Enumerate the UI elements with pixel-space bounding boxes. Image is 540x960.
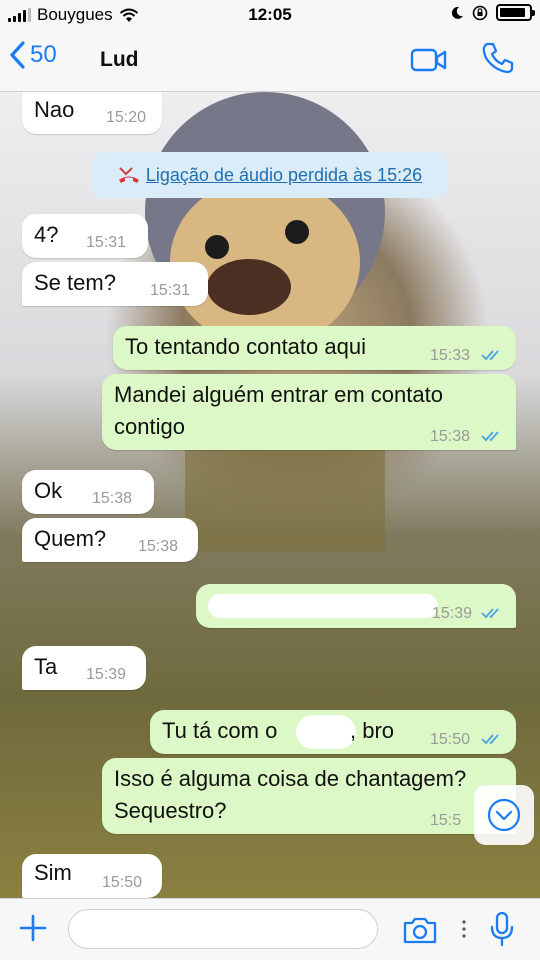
read-receipt-icon [481, 608, 499, 619]
plus-icon[interactable] [18, 913, 48, 943]
message-time: 15:31 [86, 234, 127, 251]
chevron-down-circle-icon [487, 798, 521, 832]
message-bubble-incoming[interactable]: 4? 15:31 [22, 214, 148, 258]
message-time: 15:39 [86, 666, 127, 683]
message-bubble-outgoing[interactable]: Tu tá com o , bro 15:50 [150, 710, 516, 754]
moon-icon [451, 6, 463, 19]
unread-count: 50 [30, 41, 57, 68]
message-time: 15:38 [92, 490, 133, 507]
read-receipt-icon [481, 350, 499, 361]
message-bubble-incoming[interactable]: Ok 15:38 [22, 470, 154, 514]
message-text: Quem? [34, 526, 107, 551]
message-text: Se tem? [34, 270, 116, 295]
message-text: Tu tá com o [162, 718, 278, 743]
chat-header: 50 Lud [0, 30, 540, 92]
contact-name[interactable]: Lud [100, 48, 138, 72]
message-bubble-incoming[interactable]: Sim 15:50 [22, 854, 162, 898]
message-bubble-incoming[interactable]: Ta 15:39 [22, 646, 146, 690]
message-text: To tentando contato aqui [125, 334, 366, 359]
redacted-name [296, 715, 356, 749]
camera-icon[interactable] [402, 915, 438, 945]
message-bubble-incoming[interactable]: Se tem? 15:31 [22, 262, 208, 306]
message-time: 15:20 [106, 109, 147, 126]
microphone-icon[interactable] [489, 911, 515, 947]
read-receipt-icon [481, 431, 499, 442]
message-text: Mandei alguém entrar em contato [114, 382, 443, 407]
status-bar: Bouygues 12:05 [0, 0, 540, 30]
message-input[interactable] [68, 909, 378, 949]
message-time: 15:50 [102, 874, 143, 891]
message-bubble-outgoing[interactable]: Isso é alguma coisa de chantagem? Seques… [102, 758, 516, 834]
message-bubble-outgoing[interactable]: 15:39 [196, 584, 516, 628]
status-indicators [450, 4, 535, 21]
chat-area[interactable]: Nao 15:20 Ligação de áudio perdida às 15… [0, 92, 540, 898]
message-text: Sequestro? [114, 798, 227, 823]
battery-icon [496, 4, 535, 21]
message-text: Nao [34, 97, 75, 122]
message-time: 15:38 [138, 538, 179, 555]
message-text: 4? [34, 222, 59, 247]
message-bubble-incoming[interactable]: Quem? 15:38 [22, 518, 198, 562]
redacted-text [208, 594, 438, 618]
missed-call-notice[interactable]: Ligação de áudio perdida às 15:26 [92, 152, 448, 198]
phone-icon[interactable] [480, 40, 516, 76]
message-text: Isso é alguma coisa de chantagem? [114, 766, 467, 791]
message-time: 15:5 [430, 812, 462, 829]
message-text: Ok [34, 478, 63, 503]
video-call-icon[interactable] [410, 44, 448, 76]
message-bubble-outgoing[interactable]: Mandei alguém entrar em contato contigo … [102, 374, 516, 450]
message-time: 15:39 [432, 605, 473, 622]
message-time: 15:33 [430, 347, 471, 364]
more-vertical-icon [462, 920, 466, 938]
message-text: contigo [114, 414, 185, 439]
message-text: , bro [350, 718, 395, 743]
back-button[interactable]: 50 [8, 40, 57, 70]
message-text: Ta [34, 654, 58, 679]
read-receipt-icon [481, 734, 499, 745]
message-text: Sim [34, 860, 72, 885]
rotation-lock-icon [472, 5, 488, 20]
message-bubble-incoming[interactable]: Nao 15:20 [22, 92, 162, 134]
scroll-to-bottom-button[interactable] [474, 785, 534, 845]
missed-call-icon [118, 167, 139, 183]
message-bubble-outgoing[interactable]: To tentando contato aqui 15:33 [113, 326, 516, 370]
missed-call-text: Ligação de áudio perdida às 15:26 [145, 164, 423, 185]
message-input-bar [0, 898, 540, 960]
message-time: 15:31 [150, 282, 191, 299]
message-time: 15:38 [430, 428, 471, 445]
message-time: 15:50 [430, 731, 471, 748]
chevron-left-icon [10, 41, 25, 69]
